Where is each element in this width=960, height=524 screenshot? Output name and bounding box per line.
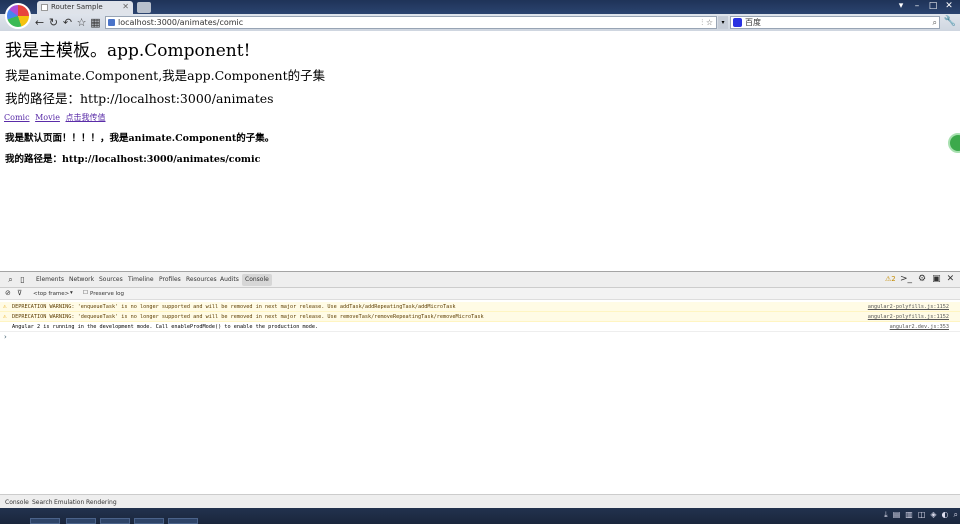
close-devtools-icon[interactable]: ✕ bbox=[947, 274, 955, 284]
warning-count: 2 bbox=[891, 275, 896, 283]
page-title: 我是主模板。app.Component! bbox=[5, 41, 251, 61]
taskbar-app[interactable] bbox=[168, 518, 198, 524]
warning-icon: ⚠ bbox=[3, 303, 7, 310]
warning-icon: ⚠ bbox=[3, 313, 7, 320]
taskbar-app[interactable] bbox=[66, 518, 96, 524]
drawer-tab-emulation[interactable]: Emulation bbox=[54, 499, 84, 506]
address-bar-actions[interactable]: ⫶ ☆ bbox=[701, 17, 713, 28]
search-icon[interactable]: ⌕ bbox=[933, 17, 937, 28]
tab-resources[interactable]: Resources bbox=[186, 276, 217, 283]
route-path-heading: 我的路径是：http://localhost:3000/animates bbox=[5, 91, 274, 106]
devtools-panel: ⌕ ▯ Elements Network Sources Timeline Pr… bbox=[0, 271, 960, 509]
floating-widget-icon[interactable] bbox=[948, 133, 960, 153]
tab-title: Router Sample bbox=[51, 3, 103, 11]
tab-profiles[interactable]: Profiles bbox=[159, 276, 181, 283]
close-window-icon[interactable]: ✕ bbox=[942, 0, 956, 12]
message-source-link[interactable]: angular2-polyfills.js:1152 bbox=[868, 302, 949, 312]
route-links: Comic Movie 点击我传值 bbox=[4, 112, 108, 123]
tab-console[interactable]: Console bbox=[242, 274, 272, 286]
link-comic[interactable]: Comic bbox=[4, 113, 30, 122]
preserve-log-checkbox[interactable]: ☐ bbox=[83, 290, 88, 296]
reload-icon[interactable]: ↻ bbox=[47, 16, 60, 29]
browser-title-bar: Router Sample ✕ ▾ – □ ✕ bbox=[0, 0, 960, 14]
message-source-link[interactable]: angular2.dev.js:353 bbox=[890, 322, 949, 332]
message-text: DEPRECATION WARNING: 'dequeueTask' is no… bbox=[12, 314, 484, 320]
console-message-info: Angular 2 is running in the development … bbox=[0, 322, 960, 332]
back-icon[interactable]: ← bbox=[33, 16, 46, 29]
frame-select[interactable]: <top frame> bbox=[33, 291, 69, 297]
taskbar-app[interactable] bbox=[100, 518, 130, 524]
console-prompt-icon[interactable]: › bbox=[4, 333, 7, 341]
filter-icon[interactable]: ⊽ bbox=[17, 289, 22, 297]
devtools-drawer-tabs: Console Search Emulation Rendering bbox=[0, 494, 960, 509]
site-info-icon bbox=[108, 19, 115, 26]
devtools-tab-bar: ⌕ ▯ Elements Network Sources Timeline Pr… bbox=[0, 272, 960, 288]
os-taskbar: ⤓ ▤ ▥ ◫ ◈ ◐ ⌕ bbox=[0, 508, 960, 524]
volume-icon[interactable]: ◐ bbox=[942, 510, 949, 520]
menu-dropdown-icon[interactable]: ▾ bbox=[894, 0, 908, 12]
apps-icon[interactable]: ▦ bbox=[89, 16, 102, 29]
window-controls: ▾ – □ ✕ bbox=[894, 0, 956, 12]
devtools-controls: >_ ⚙ ▣ ✕ bbox=[900, 274, 954, 284]
default-page-text: 我是默认页面！！！！，我是animate.Component的子集。 bbox=[5, 133, 275, 144]
app-logo-icon[interactable] bbox=[5, 3, 31, 29]
baidu-icon bbox=[733, 18, 742, 27]
drawer-tab-rendering[interactable]: Rendering bbox=[86, 499, 117, 506]
page-icon bbox=[41, 4, 48, 11]
message-text: DEPRECATION WARNING: 'enqueueTask' is no… bbox=[12, 304, 456, 310]
bookmark-star-icon[interactable]: ☆ bbox=[75, 16, 88, 29]
search-engine-name: 百度 bbox=[745, 18, 761, 27]
tab-timeline[interactable]: Timeline bbox=[128, 276, 154, 283]
system-tray: ⤓ ▤ ▥ ◫ ◈ ◐ ⌕ bbox=[884, 510, 958, 520]
dock-icon[interactable]: ▣ bbox=[932, 274, 941, 284]
undo-icon[interactable]: ↶ bbox=[61, 16, 74, 29]
tab-sources[interactable]: Sources bbox=[99, 276, 123, 283]
tab-router-sample[interactable]: Router Sample ✕ bbox=[37, 1, 133, 14]
current-path-text: 我的路径是：http://localhost:3000/animates/com… bbox=[5, 154, 261, 165]
message-source-link[interactable]: angular2-polyfills.js:1152 bbox=[868, 312, 949, 322]
tools-icon[interactable]: 🔧 bbox=[944, 16, 956, 27]
maximize-icon[interactable]: □ bbox=[926, 0, 940, 12]
settings-gear-icon[interactable]: ⚙ bbox=[918, 274, 926, 284]
console-drawer-icon[interactable]: >_ bbox=[900, 274, 912, 284]
address-url[interactable]: localhost:3000/animates/comic bbox=[118, 18, 243, 27]
zoom-icon[interactable]: ⌕ bbox=[954, 510, 958, 520]
frame-dropdown-icon[interactable]: ▾ bbox=[70, 290, 73, 296]
message-text: Angular 2 is running in the development … bbox=[12, 324, 319, 330]
new-tab-button[interactable] bbox=[137, 2, 151, 13]
console-filter-bar: ⊘ ⊽ <top frame> ▾ ☐ Preserve log bbox=[0, 288, 960, 300]
link-movie[interactable]: Movie bbox=[35, 113, 60, 122]
clear-console-icon[interactable]: ⊘ bbox=[5, 289, 11, 297]
search-input[interactable]: 百度 ⌕ bbox=[730, 16, 940, 29]
address-bar[interactable]: localhost:3000/animates/comic ⫶ ☆ bbox=[105, 16, 717, 29]
drawer-tab-search[interactable]: Search bbox=[32, 499, 53, 506]
search-engine-dropdown[interactable]: ▾ bbox=[718, 16, 728, 29]
close-tab-icon[interactable]: ✕ bbox=[122, 2, 129, 11]
page-content: 我是主模板。app.Component! 我是animate.Component… bbox=[0, 31, 960, 271]
console-message-warning: ⚠ DEPRECATION WARNING: 'enqueueTask' is … bbox=[0, 302, 960, 312]
console-message-warning: ⚠ DEPRECATION WARNING: 'dequeueTask' is … bbox=[0, 312, 960, 322]
tab-elements[interactable]: Elements bbox=[36, 276, 64, 283]
browser-toolbar: ← ↻ ↶ ☆ ▦ localhost:3000/animates/comic … bbox=[0, 14, 960, 31]
drawer-tab-console[interactable]: Console bbox=[5, 499, 29, 506]
child-component-heading: 我是animate.Component,我是app.Component的子集 bbox=[5, 68, 326, 83]
taskbar-app[interactable] bbox=[134, 518, 164, 524]
device-mode-icon[interactable]: ▯ bbox=[16, 273, 29, 286]
tab-audits[interactable]: Audits bbox=[220, 276, 239, 283]
preserve-log-label: Preserve log bbox=[90, 291, 125, 297]
tray-icon[interactable]: ▤ bbox=[893, 510, 901, 520]
minimize-icon[interactable]: – bbox=[910, 0, 924, 12]
link-pass-value[interactable]: 点击我传值 bbox=[65, 113, 105, 122]
tray-icon[interactable]: ▥ bbox=[905, 510, 913, 520]
taskbar-app[interactable] bbox=[30, 518, 60, 524]
warning-count-badge[interactable]: ⚠2 bbox=[885, 275, 896, 283]
download-icon[interactable]: ⤓ bbox=[884, 510, 888, 520]
tray-icon[interactable]: ◫ bbox=[918, 510, 926, 520]
tray-icon[interactable]: ◈ bbox=[930, 510, 936, 520]
tab-network[interactable]: Network bbox=[69, 276, 94, 283]
